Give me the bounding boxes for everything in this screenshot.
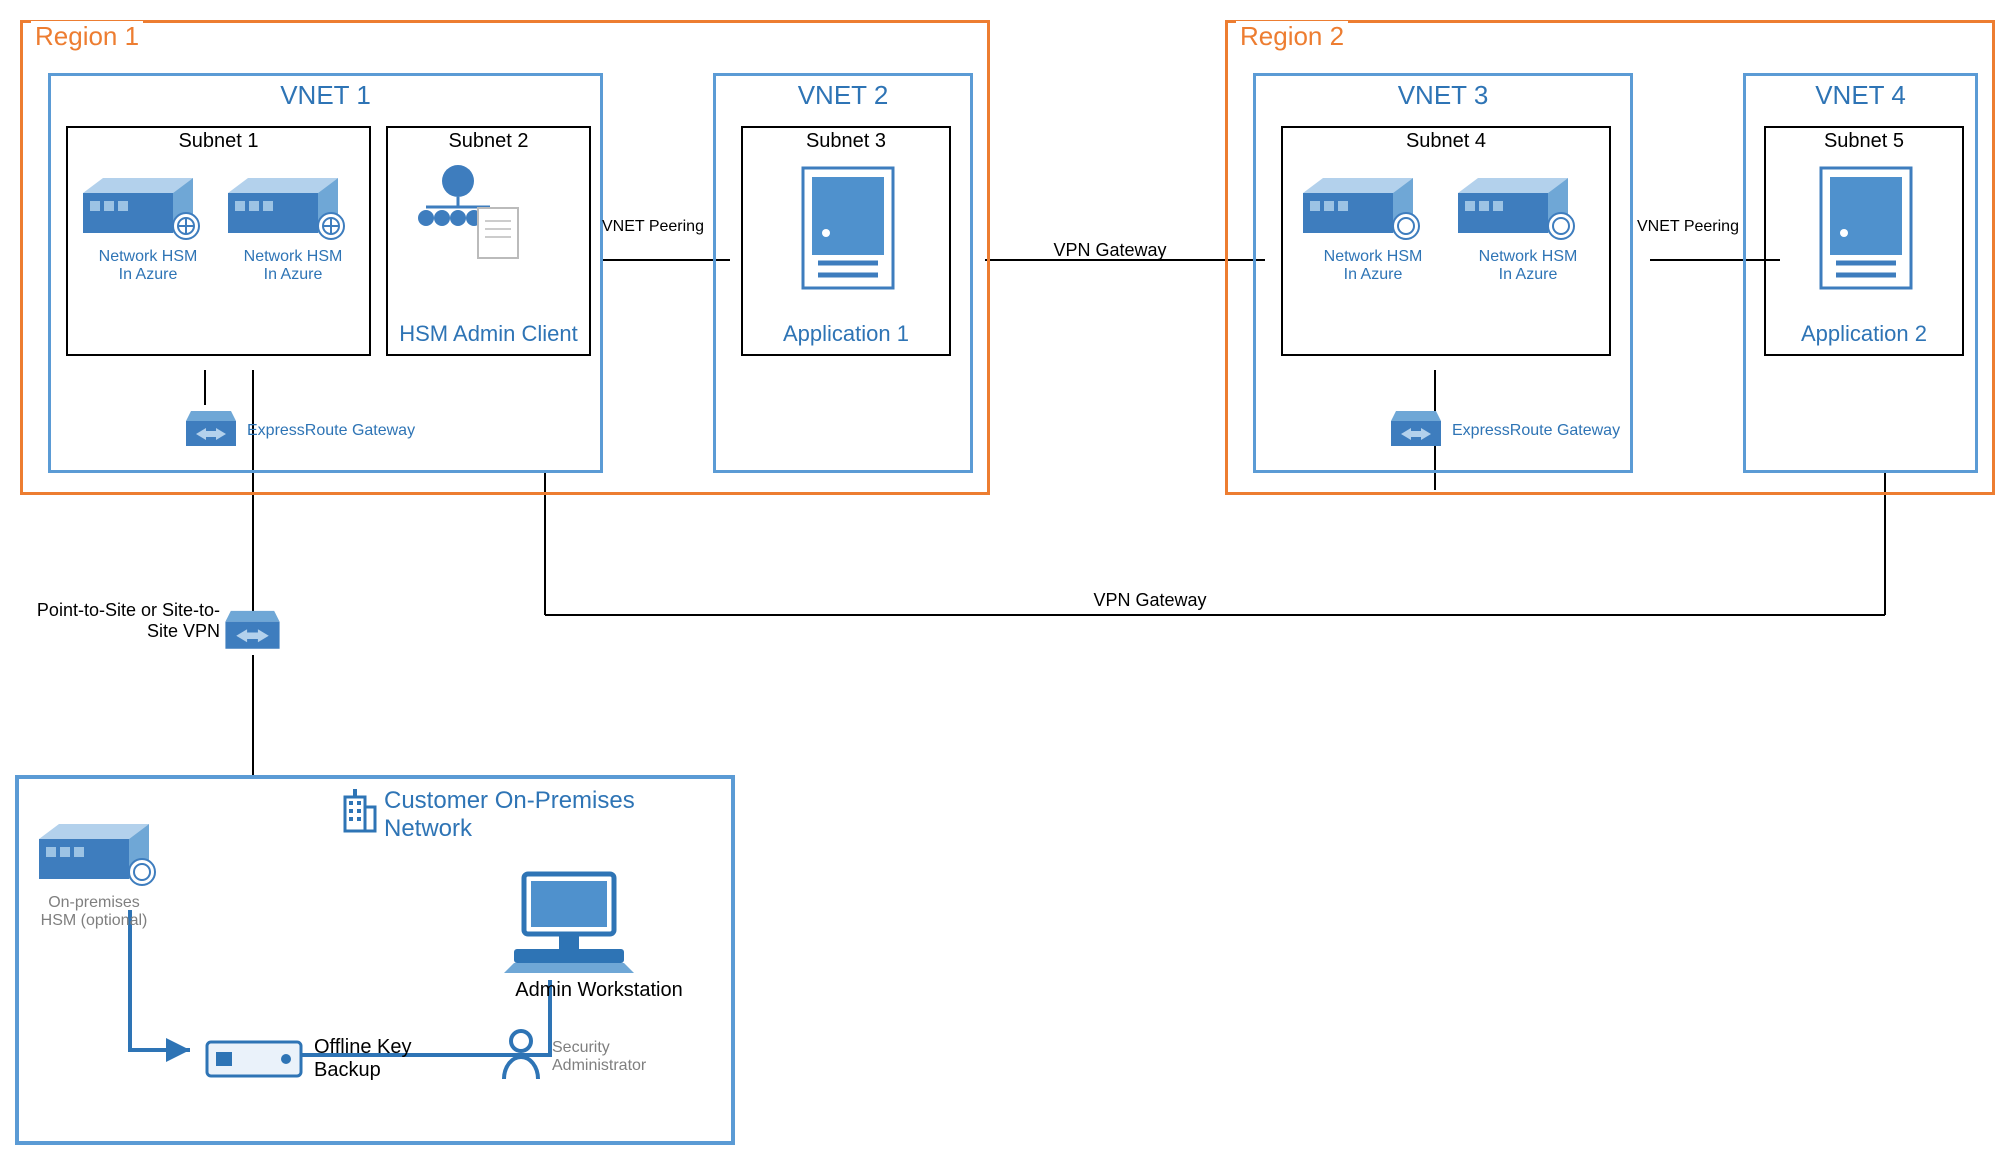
admin-workstation-label: Admin Workstation [499,979,699,1002]
onprem-title: Customer On-Premises Network [384,787,644,842]
subnet-2: Subnet 2 [386,126,591,356]
subnet-4: Subnet 4 Network HSM In Azure [1281,126,1611,356]
vpn-gateway-bottom-label: VPN Gateway [1060,590,1240,611]
vpn-node-label: Point-to-Site or Site-to-Site VPN [30,600,220,642]
vnet-3: VNET 3 Subnet 4 Network HSM In Azure [1253,73,1633,473]
subnet-3-item-label: Application 1 [743,321,949,346]
expressroute-gateway-2: ExpressRoute Gateway [1386,406,1620,456]
subnet-2-item-label: HSM Admin Client [388,321,589,346]
backup-device-icon [204,1034,304,1084]
region-2-label: Region 2 [1236,21,1348,52]
vnet-peering-2-label: VNET Peering [1633,218,1743,236]
vnet-peering-1-label: VNET Peering [598,218,708,236]
hsm-device-3: Network HSM In Azure [1298,168,1448,283]
hsm-1-label: Network HSM In Azure [78,248,218,283]
security-admin: Security Administrator [499,1029,662,1084]
offline-key-backup: Offline Key Backup [204,1034,424,1084]
hsm-icon [34,814,164,894]
gateway-icon [181,406,241,456]
hsm-device-2: Network HSM In Azure [223,168,363,283]
vnet-1-label: VNET 1 [51,80,600,111]
subnet-5-label: Subnet 5 [1766,130,1962,153]
expressroute-gateway-1: ExpressRoute Gateway [181,406,415,456]
subnet-1: Subnet 1 Network HSM In Azure [66,126,371,356]
security-admin-label: Security Administrator [552,1039,662,1074]
gateway-icon [220,605,285,660]
subnet-2-label: Subnet 2 [388,130,589,153]
vnet-1: VNET 1 Subnet 1 [48,73,603,473]
workstation-icon [499,869,639,979]
region-1-label: Region 1 [31,21,143,52]
hsm-device-4: Network HSM In Azure [1453,168,1603,283]
subnet-3: Subnet 3 Application 1 [741,126,951,356]
er-gateway-2-label: ExpressRoute Gateway [1452,422,1620,440]
hsm-2-label: Network HSM In Azure [223,248,363,283]
hsm-device-1: Network HSM In Azure [78,168,218,283]
er-gateway-1-label: ExpressRoute Gateway [247,422,415,440]
hsm-3-label: Network HSM In Azure [1298,248,1448,283]
hsm-icon [223,168,353,248]
person-icon [499,1029,544,1084]
vnet-3-label: VNET 3 [1256,80,1630,111]
subnet-1-label: Subnet 1 [68,130,369,153]
vpn-gateway-node [220,605,285,660]
diagram-canvas: Region 1 VNET 1 Subnet 1 [0,0,2016,1155]
building-icon [339,789,379,834]
hsm-icon [1453,168,1583,248]
hsm-4-label: Network HSM In Azure [1453,248,1603,283]
backup-label: Offline Key Backup [314,1036,424,1082]
hsm-icon [1298,168,1428,248]
vnet-2: VNET 2 Subnet 3 Application 1 [713,73,973,473]
vnet-2-label: VNET 2 [716,80,970,111]
application-icon [1816,163,1916,293]
onprem-hsm-label: On-premises HSM (optional) [34,894,154,929]
onprem-network: Customer On-Premises Network On-premises… [15,775,735,1145]
hsm-icon [78,168,208,248]
region-2: Region 2 VNET 3 Subnet 4 [1225,20,1995,495]
application-icon [798,163,898,293]
subnet-5: Subnet 5 Application 2 [1764,126,1964,356]
onprem-hsm: On-premises HSM (optional) [34,814,194,929]
vnet-4-label: VNET 4 [1746,80,1975,111]
region-1: Region 1 VNET 1 Subnet 1 [20,20,990,495]
subnet-3-label: Subnet 3 [743,130,949,153]
gateway-icon [1386,406,1446,456]
subnet-4-label: Subnet 4 [1283,130,1609,153]
admin-workstation: Admin Workstation [499,869,699,1002]
load-balancer-icon [418,163,528,263]
vnet-4: VNET 4 Subnet 5 Application 2 [1743,73,1978,473]
vpn-gateway-top-label: VPN Gateway [1020,240,1200,261]
subnet-5-item-label: Application 2 [1766,321,1962,346]
